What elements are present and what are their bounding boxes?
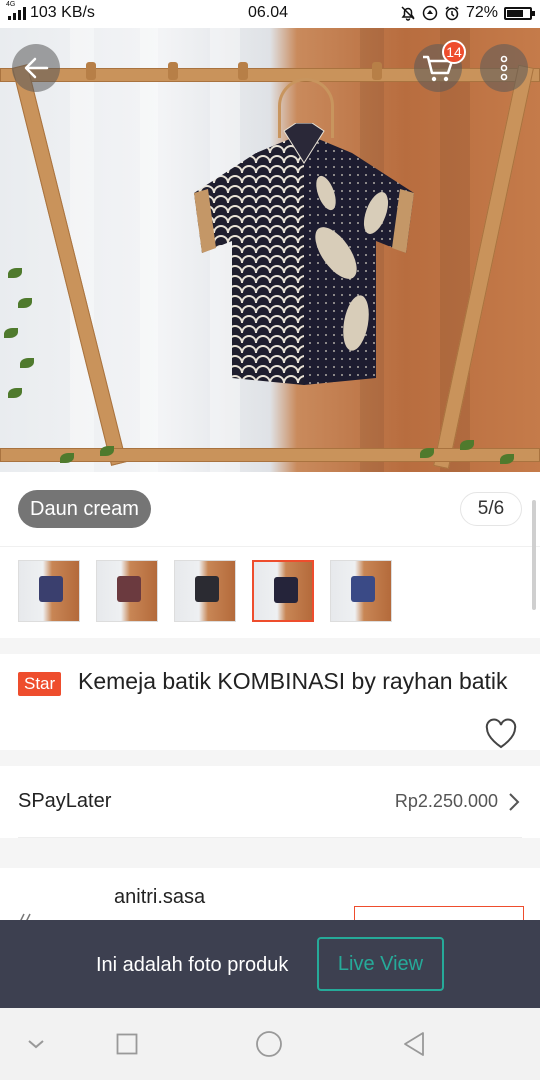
image-counter: 5/6 [460, 492, 522, 526]
thumbnail-strip [0, 546, 540, 638]
status-bar: 4G 103 KB/s 06.04 72% [0, 0, 540, 28]
section-gap [0, 838, 540, 868]
thumbnail-shirt [39, 576, 63, 602]
home-icon [256, 1031, 282, 1057]
spaylater-limit: Rp2.250.000 [394, 791, 498, 811]
status-left: 4G 103 KB/s [6, 1, 95, 22]
network-type: 4G [6, 1, 16, 8]
battery-percent: 72% [465, 4, 498, 21]
network-speed: 103 KB/s [30, 4, 95, 21]
variant-label: Daun cream [18, 490, 151, 528]
more-button[interactable] [480, 44, 528, 92]
recents-icon [116, 1033, 138, 1055]
live-view-button[interactable]: Live View [317, 937, 444, 991]
variant-row: Daun cream 5/6 [0, 472, 540, 546]
chevron-right-icon [509, 793, 520, 811]
thumbnail-5[interactable] [330, 560, 392, 622]
recents-button[interactable] [113, 1030, 141, 1058]
alarm-icon [445, 6, 459, 21]
mute-bell-icon [401, 6, 415, 21]
more-vertical-icon [500, 55, 508, 81]
home-button[interactable] [255, 1030, 283, 1058]
product-title-section: Star Kemeja batik KOMBINASI by rayhan ba… [0, 654, 540, 750]
shop-name: anitri.sasa [114, 886, 206, 908]
back-button[interactable] [12, 44, 60, 92]
collapse-icon [28, 1040, 44, 1049]
shop-row[interactable]: anitri.sasa [0, 868, 540, 928]
spaylater-row[interactable]: SPayLater Rp2.250.000 [0, 766, 540, 838]
collapse-button[interactable] [22, 1030, 50, 1058]
thumbnail-shirt [195, 576, 219, 602]
star-badge: Star [18, 672, 62, 696]
thumbnail-2[interactable] [96, 560, 158, 622]
cart-button[interactable]: 14 [414, 40, 466, 92]
battery-icon [504, 6, 535, 20]
thumbnail-shirt [117, 576, 141, 602]
heart-outline-icon[interactable] [484, 718, 518, 750]
product-image[interactable] [0, 28, 540, 472]
photo-message: Ini adalah foto produk [96, 954, 289, 976]
nav-back-button[interactable] [400, 1030, 428, 1058]
thumbnail-shirt [351, 576, 375, 602]
spaylater-label: SPayLater [18, 790, 112, 812]
scrollbar[interactable] [532, 500, 536, 610]
batik-shirt [194, 123, 414, 385]
photo-info-bar: Ini adalah foto produk Live View [0, 920, 540, 1008]
clock: 06.04 [248, 4, 289, 21]
data-saver-icon [422, 5, 438, 21]
signal-icon: 4G [6, 1, 26, 20]
back-icon [404, 1032, 424, 1056]
thumbnail-shirt [274, 577, 298, 603]
back-arrow-icon [24, 57, 49, 79]
system-nav-bar [0, 1008, 540, 1080]
section-gap [0, 638, 540, 654]
section-gap [0, 750, 540, 766]
product-title: Kemeja batik KOMBINASI by rayhan batik [78, 668, 508, 694]
thumbnail-1[interactable] [18, 560, 80, 622]
cart-count-badge: 14 [442, 40, 466, 64]
thumbnail-4[interactable] [252, 560, 314, 622]
status-right: 72% [400, 4, 535, 22]
thumbnail-3[interactable] [174, 560, 236, 622]
